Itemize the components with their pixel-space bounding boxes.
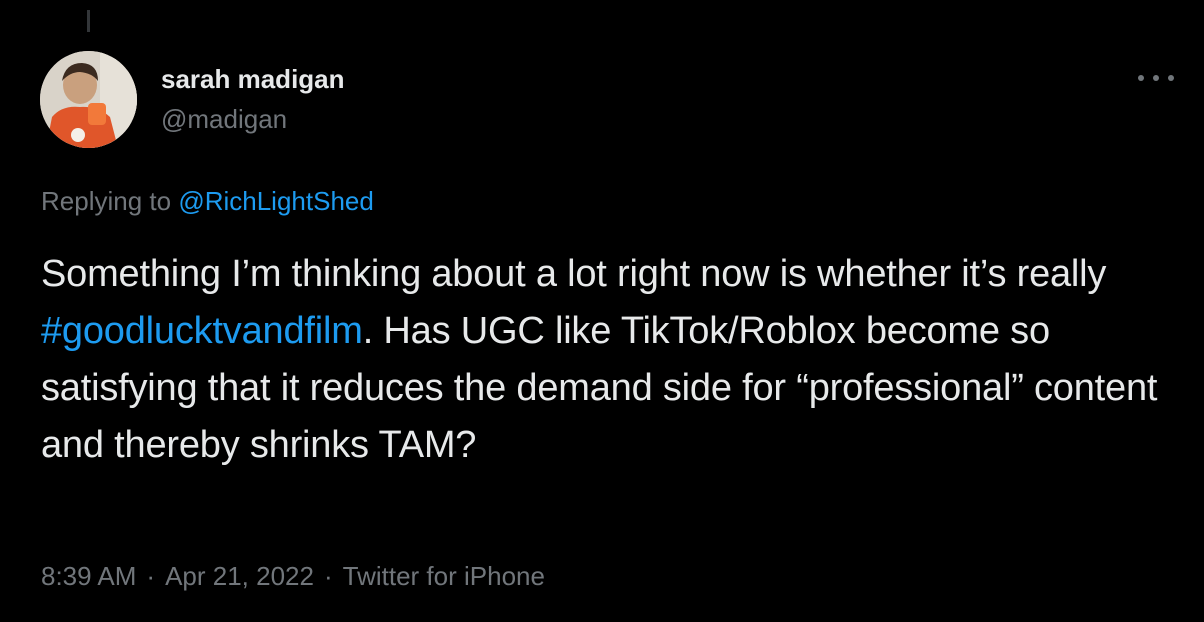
reply-context: Replying to @RichLightShed bbox=[41, 183, 374, 219]
reply-mention-link[interactable]: @RichLightShed bbox=[178, 186, 374, 216]
more-horizontal-icon bbox=[1153, 75, 1159, 81]
tweet-source-link[interactable]: Twitter for iPhone bbox=[343, 561, 545, 591]
hashtag-link[interactable]: #goodlucktvandfilm bbox=[41, 310, 363, 352]
more-horizontal-icon bbox=[1168, 75, 1174, 81]
meta-separator: · bbox=[323, 561, 333, 591]
thread-connector-line bbox=[87, 10, 90, 32]
author-handle[interactable]: @madigan bbox=[161, 101, 287, 137]
tweet-date[interactable]: Apr 21, 2022 bbox=[165, 561, 314, 591]
avatar-photo bbox=[40, 51, 137, 148]
avatar[interactable] bbox=[40, 51, 137, 148]
tweet-time[interactable]: 8:39 AM bbox=[41, 561, 136, 591]
meta-separator: · bbox=[146, 561, 156, 591]
tweet-metadata: 8:39 AM · Apr 21, 2022 · Twitter for iPhone bbox=[41, 558, 545, 594]
tweet-text: Something I’m thinking about a lot right… bbox=[41, 246, 1181, 474]
more-horizontal-icon bbox=[1138, 75, 1144, 81]
more-options-button[interactable] bbox=[1136, 64, 1176, 92]
reply-context-prefix: Replying to bbox=[41, 186, 179, 216]
tweet-text-part: Something I’m thinking about a lot right… bbox=[41, 253, 1107, 295]
author-display-name[interactable]: sarah madigan bbox=[161, 61, 345, 97]
